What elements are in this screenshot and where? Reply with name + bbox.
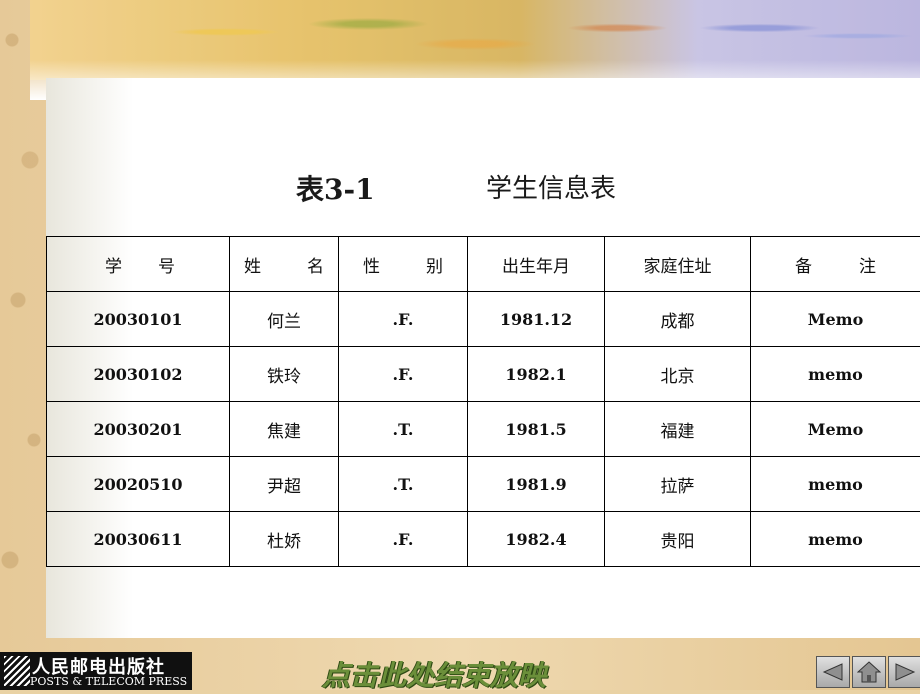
table-row: 20020510 尹超 .T. 1981.9 拉萨 memo <box>47 457 920 512</box>
header-char: 号 <box>158 252 175 277</box>
next-slide-button[interactable] <box>888 656 920 688</box>
header-char: 性 <box>363 252 380 277</box>
header-char: 别 <box>426 252 443 277</box>
cell-gender: .F. <box>339 512 468 567</box>
cell-gender: .T. <box>339 457 468 512</box>
header-remark: 备注 <box>751 237 920 292</box>
table-caption: 表3-1 学生信息表 <box>296 168 796 208</box>
cell-birth: 1982.4 <box>468 512 605 567</box>
table-number: 表3-1 <box>296 168 375 208</box>
header-gender: 性别 <box>339 237 468 292</box>
cell-birth: 1981.9 <box>468 457 605 512</box>
end-show-button[interactable]: 点击此处结束放映 <box>322 654 546 694</box>
cell-address: 贵阳 <box>605 512 751 567</box>
cell-birth: 1981.12 <box>468 292 605 347</box>
header-char: 名 <box>307 252 324 277</box>
cell-birth: 1981.5 <box>468 402 605 457</box>
cell-name: 铁玲 <box>230 347 339 402</box>
table-header-row: 学号 姓名 性别 出生年月 家庭住址 备注 <box>47 237 920 292</box>
next-icon <box>894 663 916 681</box>
cell-remark: memo <box>751 347 920 402</box>
cell-student-id: 20030201 <box>47 402 230 457</box>
cell-student-id: 20030611 <box>47 512 230 567</box>
header-student-id: 学号 <box>47 237 230 292</box>
cell-address: 福建 <box>605 402 751 457</box>
table-row: 20030611 杜娇 .F. 1982.4 贵阳 memo <box>47 512 920 567</box>
header-char: 注 <box>859 252 876 277</box>
header-char: 学 <box>105 252 122 277</box>
cell-student-id: 20020510 <box>47 457 230 512</box>
cell-student-id: 20030102 <box>47 347 230 402</box>
table-row: 20030201 焦建 .T. 1981.5 福建 Memo <box>47 402 920 457</box>
cell-address: 北京 <box>605 347 751 402</box>
prev-icon <box>822 663 844 681</box>
cell-remark: Memo <box>751 402 920 457</box>
student-info-table: 学号 姓名 性别 出生年月 家庭住址 备注 20030101 何兰 .F. 19… <box>46 236 920 567</box>
table-row: 20030101 何兰 .F. 1981.12 成都 Memo <box>47 292 920 347</box>
cell-student-id: 20030101 <box>47 292 230 347</box>
publisher-logo: 人民邮电出版社 POSTS & TELECOM PRESS <box>0 652 192 690</box>
cell-birth: 1982.1 <box>468 347 605 402</box>
prev-slide-button[interactable] <box>816 656 850 688</box>
header-address: 家庭住址 <box>605 237 751 292</box>
cell-name: 何兰 <box>230 292 339 347</box>
cell-name: 焦建 <box>230 402 339 457</box>
cell-remark: memo <box>751 457 920 512</box>
cell-address: 拉萨 <box>605 457 751 512</box>
table-title: 学生信息表 <box>486 168 616 205</box>
home-button[interactable] <box>852 656 886 688</box>
cell-name: 尹超 <box>230 457 339 512</box>
header-name: 姓名 <box>230 237 339 292</box>
cell-remark: Memo <box>751 292 920 347</box>
home-icon <box>857 661 881 683</box>
cell-name: 杜娇 <box>230 512 339 567</box>
cell-gender: .F. <box>339 292 468 347</box>
cell-gender: .F. <box>339 347 468 402</box>
header-char: 姓 <box>244 252 261 277</box>
header-char: 备 <box>795 252 812 277</box>
cell-address: 成都 <box>605 292 751 347</box>
header-birth: 出生年月 <box>468 237 605 292</box>
table-row: 20030102 铁玲 .F. 1982.1 北京 memo <box>47 347 920 402</box>
publisher-name-en: POSTS & TELECOM PRESS <box>30 675 187 688</box>
publisher-mark-icon <box>4 656 30 686</box>
cell-remark: memo <box>751 512 920 567</box>
cell-gender: .T. <box>339 402 468 457</box>
